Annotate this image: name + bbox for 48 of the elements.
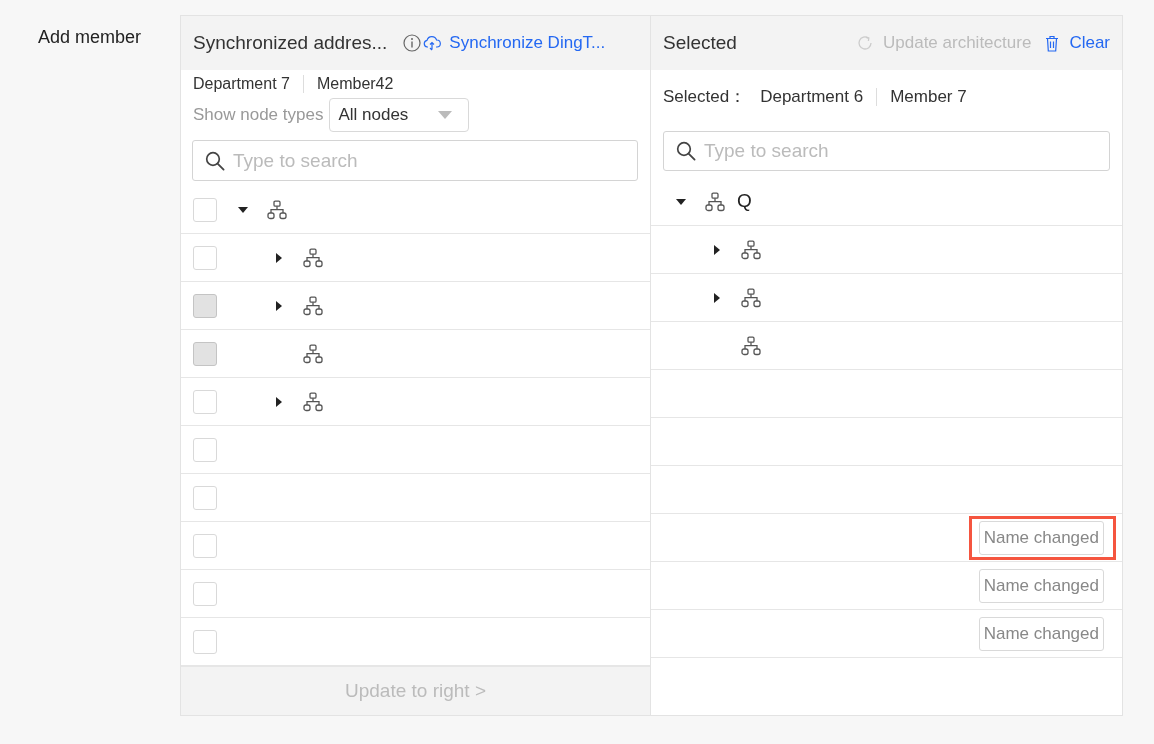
org-chart-icon	[705, 191, 725, 212]
caret-icon[interactable]	[238, 206, 248, 213]
checkbox[interactable]	[193, 581, 217, 606]
org-chart-icon	[741, 239, 761, 260]
status-tag: Name changed	[978, 568, 1104, 603]
caret-icon[interactable]	[714, 292, 720, 303]
search-field[interactable]: Type to search	[192, 140, 638, 181]
sync-link[interactable]: Synchronize DingT...	[423, 30, 606, 56]
checkbox[interactable]	[193, 245, 217, 270]
trash-icon	[1045, 34, 1060, 52]
caret-icon[interactable]	[676, 198, 686, 205]
refresh-icon	[857, 35, 873, 51]
form-label: Add member	[38, 27, 142, 47]
panel-title: Synchronized addres...	[193, 30, 388, 55]
search-field[interactable]: Type to search	[663, 131, 1110, 171]
caret-icon[interactable]	[276, 396, 282, 407]
org-chart-icon	[741, 287, 761, 308]
status-tag: Name changed	[978, 520, 1104, 555]
org-chart-icon	[303, 247, 323, 268]
checkbox[interactable]	[193, 437, 217, 462]
checkbox[interactable]	[193, 533, 217, 558]
search-icon	[676, 141, 696, 161]
org-chart-icon	[303, 295, 323, 316]
org-chart-icon	[303, 391, 323, 412]
checkbox[interactable]	[193, 485, 217, 510]
summary-label: Selected：	[663, 86, 747, 109]
checkbox[interactable]	[193, 629, 217, 654]
count-text: Member42	[316, 74, 394, 94]
caret-icon[interactable]	[276, 252, 282, 263]
node-label[interactable]: Q	[737, 187, 752, 216]
search-icon	[205, 150, 225, 171]
org-chart-icon	[303, 343, 323, 364]
status-tag: Name changed	[978, 616, 1104, 651]
count-text: Member 7	[890, 86, 967, 109]
caret-icon[interactable]	[714, 244, 720, 255]
count-text: Department 7	[193, 74, 290, 94]
dropdown-caret-icon	[438, 111, 453, 119]
checkbox[interactable]	[193, 389, 217, 414]
count-text: Department 6	[760, 86, 864, 109]
info-icon[interactable]	[403, 34, 422, 52]
org-chart-icon	[741, 335, 761, 356]
filter-label: Show node types	[193, 104, 324, 127]
node-type-select[interactable]: All nodes	[329, 98, 470, 132]
panel-title: Selected	[663, 30, 737, 55]
checkbox[interactable]	[193, 197, 217, 222]
clear-button[interactable]: Clear	[1045, 30, 1110, 56]
cloud-sync-icon	[423, 35, 442, 51]
org-chart-icon	[267, 199, 287, 220]
